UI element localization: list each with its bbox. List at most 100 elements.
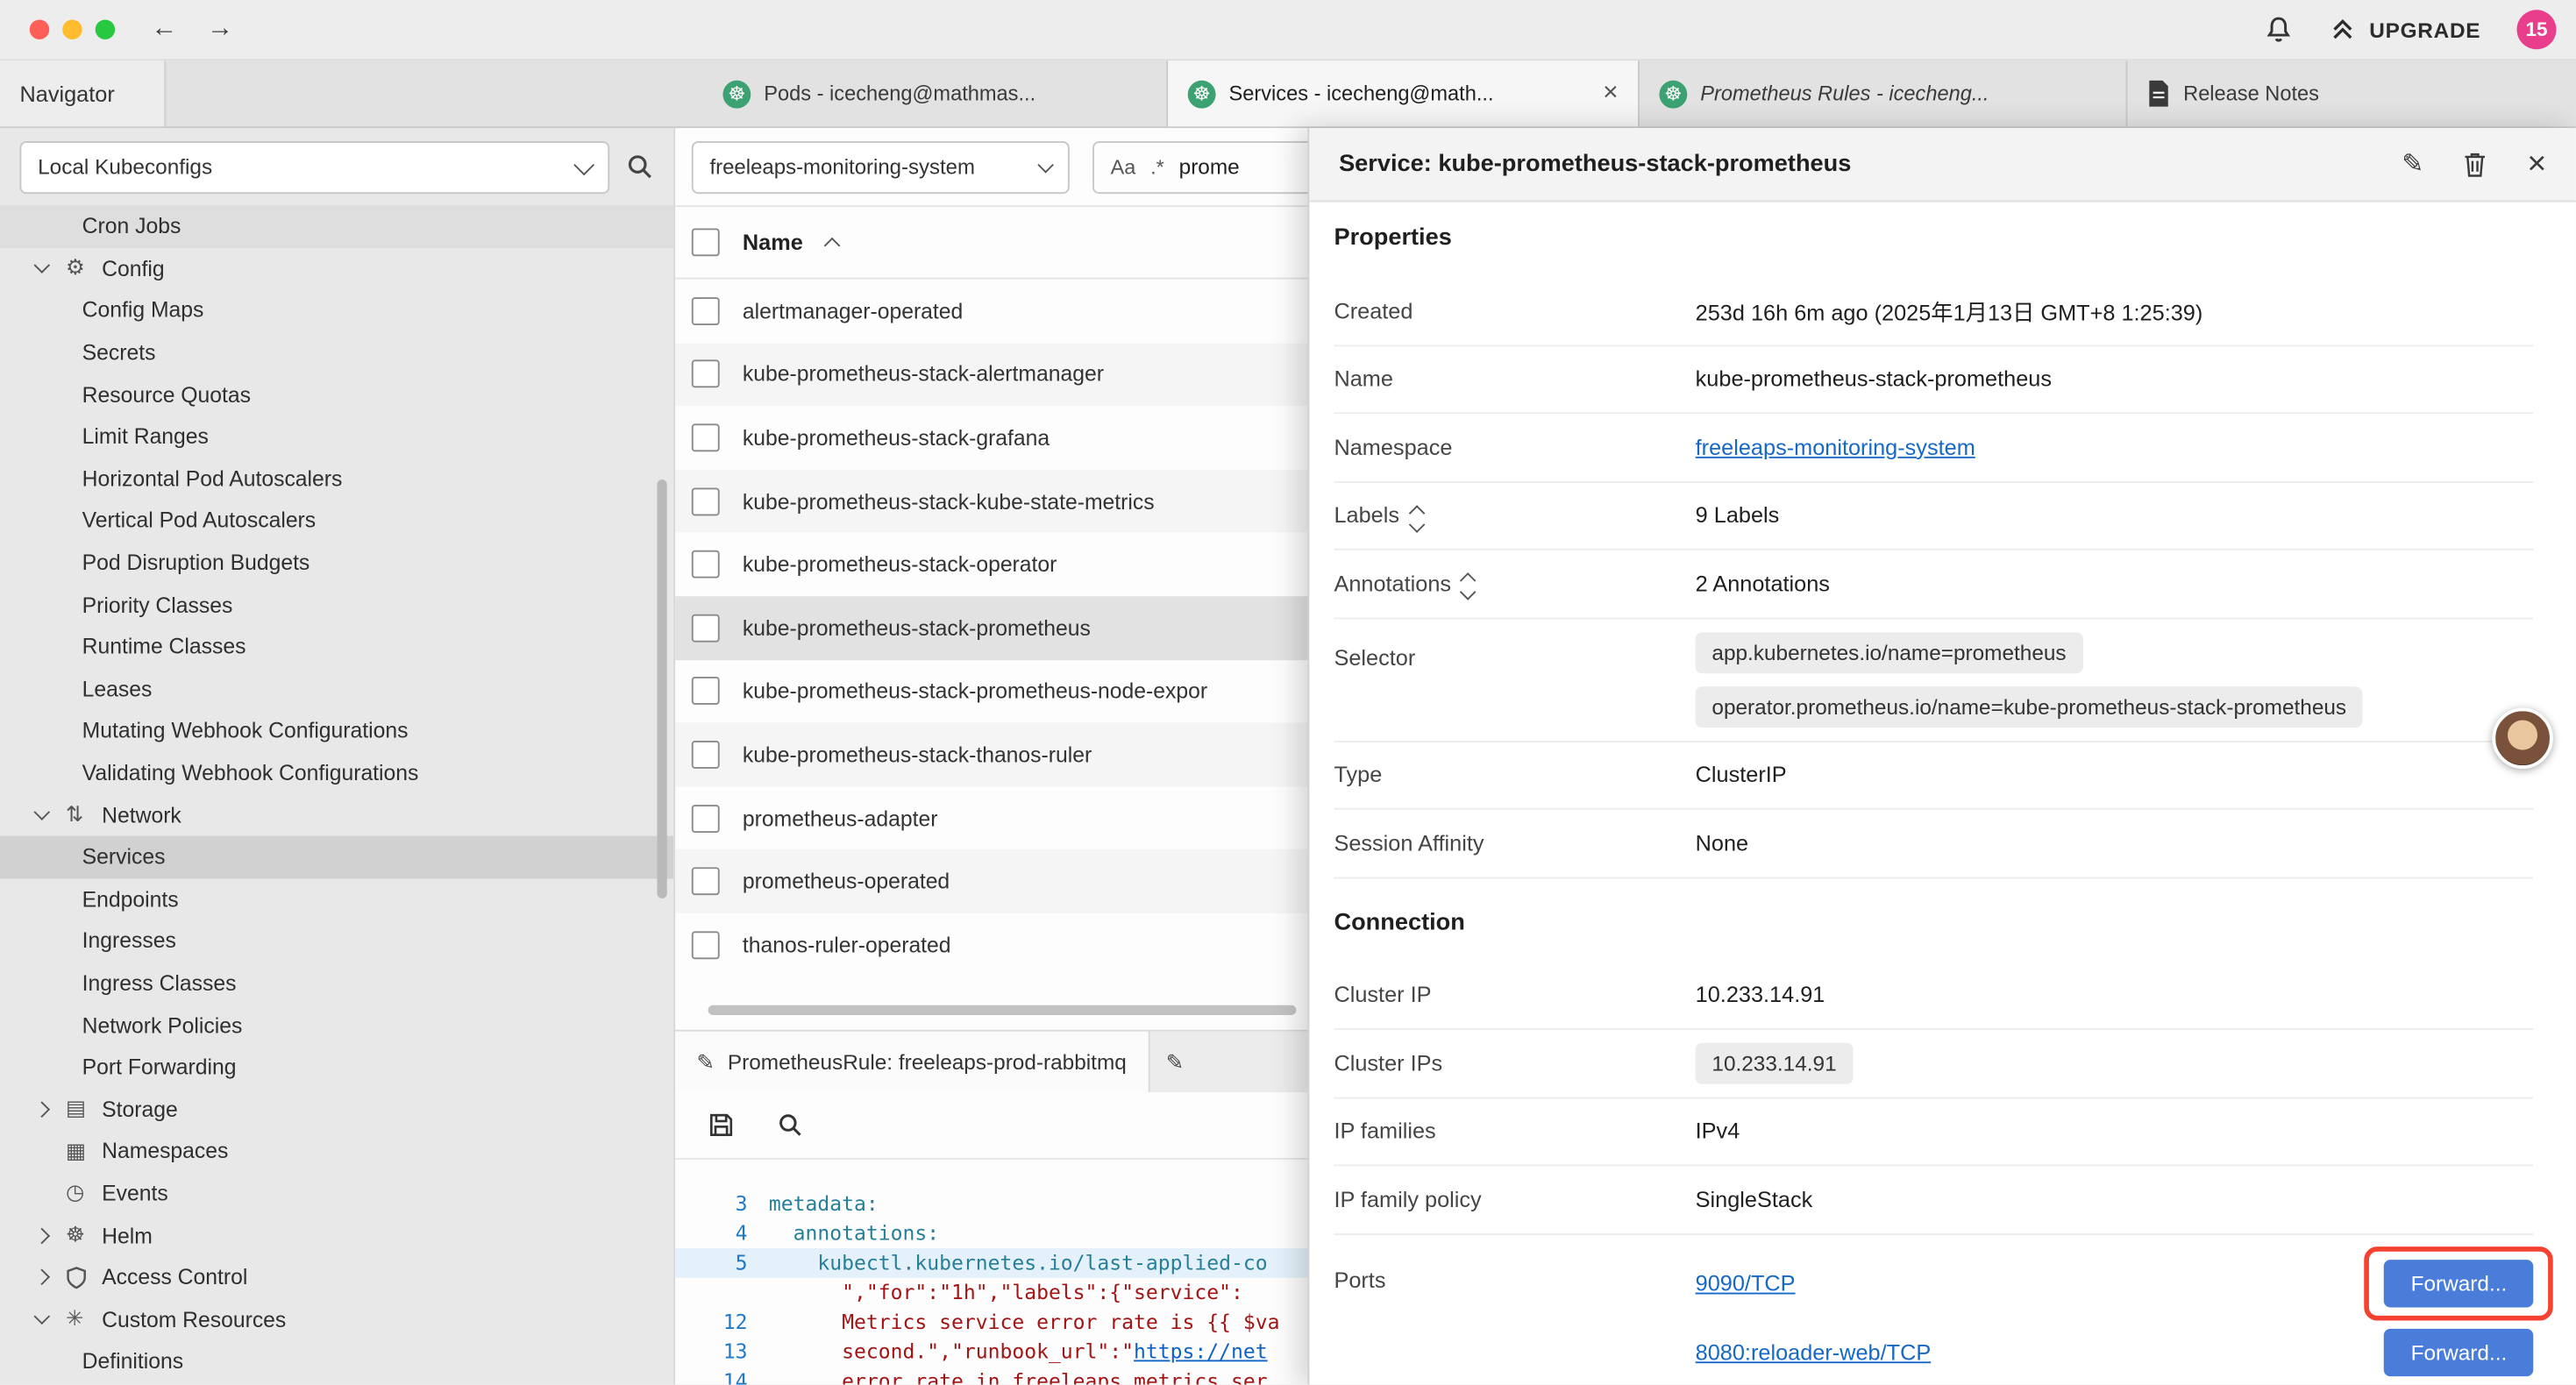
sidebar-item-priority-classes[interactable]: Priority Classes: [0, 584, 673, 626]
table-row[interactable]: prometheus-adapter: [675, 786, 1307, 849]
table-row[interactable]: kube-prometheus-stack-kube-state-metrics: [675, 469, 1307, 532]
sidebar-item-network[interactable]: ⇅Network: [0, 794, 673, 836]
forward-button[interactable]: Forward...: [2385, 1329, 2534, 1376]
row-checkbox[interactable]: [692, 931, 720, 959]
editor-tab-prometheusrule[interactable]: ✎ PrometheusRule: freeleaps-prod-rabbitm…: [675, 1032, 1149, 1092]
bell-icon[interactable]: [2264, 15, 2294, 45]
sidebar-item-helm[interactable]: ☸Helm: [0, 1214, 673, 1256]
table-row-selected[interactable]: kube-prometheus-stack-prometheus: [675, 596, 1307, 659]
close-button[interactable]: ×: [2527, 146, 2546, 183]
table-row[interactable]: kube-prometheus-stack-prometheus-node-ex…: [675, 659, 1307, 722]
editor-tab-next[interactable]: ✎: [1149, 1032, 1200, 1092]
property-value: SingleStack: [1696, 1187, 1813, 1211]
expand-icon[interactable]: [1411, 501, 1422, 530]
namespace-select[interactable]: freeleaps-monitoring-system: [692, 140, 1070, 193]
sidebar-item-config[interactable]: ⚙Config: [0, 247, 673, 289]
row-checkbox[interactable]: [692, 487, 720, 515]
kubernetes-icon: ☸: [1659, 80, 1687, 108]
table-row[interactable]: thanos-ruler-operated: [675, 913, 1307, 977]
horizontal-scrollbar[interactable]: [708, 1005, 1297, 1015]
row-checkbox[interactable]: [692, 423, 720, 451]
sidebar-item-storage[interactable]: ▤Storage: [0, 1088, 673, 1130]
table-row[interactable]: kube-prometheus-stack-operator: [675, 533, 1307, 596]
tab-pods[interactable]: ☸ Pods - icecheng@mathmas...: [703, 60, 1168, 126]
code-line: 3metadata:: [675, 1190, 1307, 1219]
sidebar-item-ingress-classes[interactable]: Ingress Classes: [0, 962, 673, 1004]
close-window-button[interactable]: [30, 19, 49, 39]
forward-button[interactable]: →: [207, 15, 233, 45]
delete-button[interactable]: [2463, 151, 2487, 177]
sidebar-item-config-maps[interactable]: Config Maps: [0, 289, 673, 331]
sidebar-item-secrets[interactable]: Secrets: [0, 331, 673, 373]
table-row[interactable]: kube-prometheus-stack-alertmanager: [675, 343, 1307, 406]
sidebar-item-vertical-pod-autoscalers[interactable]: Vertical Pod Autoscalers: [0, 500, 673, 542]
sidebar-item-ingresses[interactable]: Ingresses: [0, 920, 673, 962]
table-row[interactable]: prometheus-operated: [675, 849, 1307, 913]
save-icon[interactable]: [708, 1112, 735, 1138]
edit-button[interactable]: ✎: [2402, 148, 2423, 181]
sidebar-item-definitions[interactable]: Definitions: [0, 1340, 673, 1382]
property-label: Cluster IPs: [1334, 1051, 1695, 1076]
row-checkbox[interactable]: [692, 678, 720, 706]
service-name: kube-prometheus-stack-operator: [743, 552, 1057, 577]
upgrade-button[interactable]: UPGRADE: [2330, 17, 2480, 43]
regex-toggle[interactable]: .*: [1150, 155, 1164, 178]
sidebar-item-custom-resources[interactable]: ✳Custom Resources: [0, 1298, 673, 1340]
sidebar-item-access-control[interactable]: Access Control: [0, 1256, 673, 1298]
editor-search-icon[interactable]: [777, 1112, 803, 1138]
port-link[interactable]: 9090/TCP: [1696, 1271, 1796, 1296]
sidebar-item-runtime-classes[interactable]: Runtime Classes: [0, 626, 673, 668]
sidebar-item-pod-disruption-budgets[interactable]: Pod Disruption Budgets: [0, 542, 673, 584]
notification-badge[interactable]: 15: [2517, 10, 2557, 49]
sidebar-item-horizontal-pod-autoscalers[interactable]: Horizontal Pod Autoscalers: [0, 458, 673, 500]
table-row[interactable]: kube-prometheus-stack-grafana: [675, 406, 1307, 469]
tab-services[interactable]: ☸ Services - icecheng@math... ×: [1168, 60, 1640, 126]
close-icon[interactable]: ×: [1590, 79, 1618, 109]
select-all-checkbox[interactable]: [692, 228, 720, 256]
sidebar-item-port-forwarding[interactable]: Port Forwarding: [0, 1046, 673, 1088]
expand-icon[interactable]: [1462, 569, 1474, 599]
code-line: ","for":"1h","labels":{"service":: [675, 1278, 1307, 1308]
property-row-namespace: Namespace freeleaps-monitoring-system: [1334, 414, 2533, 482]
sidebar-item-events[interactable]: ◷Events: [0, 1172, 673, 1214]
row-checkbox[interactable]: [692, 297, 720, 325]
name-column-header[interactable]: Name: [743, 230, 803, 254]
row-checkbox[interactable]: [692, 614, 720, 642]
service-name: kube-prometheus-stack-grafana: [743, 425, 1050, 450]
sidebar-item-network-policies[interactable]: Network Policies: [0, 1004, 673, 1046]
back-button[interactable]: ←: [151, 15, 177, 45]
sort-asc-icon[interactable]: [823, 238, 840, 254]
zoom-window-button[interactable]: [96, 19, 115, 39]
minimize-window-button[interactable]: [62, 19, 82, 39]
sidebar-item-mutating-webhook-configurations[interactable]: Mutating Webhook Configurations: [0, 710, 673, 752]
sidebar-item-endpoints[interactable]: Endpoints: [0, 877, 673, 920]
sidebar-item-limit-ranges[interactable]: Limit Ranges: [0, 416, 673, 458]
yaml-editor[interactable]: 3metadata: 4 annotations: 5 kubectl.kube…: [675, 1160, 1307, 1385]
row-checkbox[interactable]: [692, 868, 720, 896]
tab-prometheus-rules[interactable]: ☸ Prometheus Rules - icecheng...: [1640, 60, 2127, 126]
row-checkbox[interactable]: [692, 741, 720, 769]
search-icon[interactable]: [626, 153, 654, 181]
sidebar-scrollbar[interactable]: [657, 479, 666, 898]
match-case-toggle[interactable]: Aa: [1111, 155, 1136, 178]
kubeconfig-select[interactable]: Local Kubeconfigs: [19, 140, 609, 193]
sidebar-item-validating-webhook-configurations[interactable]: Validating Webhook Configurations: [0, 752, 673, 794]
row-checkbox[interactable]: [692, 360, 720, 388]
namespace-link[interactable]: freeleaps-monitoring-system: [1696, 435, 1975, 459]
forward-button[interactable]: Forward...: [2385, 1260, 2534, 1307]
sidebar-item-namespaces[interactable]: ▦Namespaces: [0, 1130, 673, 1172]
table-row[interactable]: kube-prometheus-stack-thanos-ruler: [675, 723, 1307, 786]
sidebar-item-services[interactable]: Services: [0, 836, 673, 878]
sidebar-item-resource-quotas[interactable]: Resource Quotas: [0, 373, 673, 416]
avatar[interactable]: [2492, 708, 2552, 769]
port-link[interactable]: 8080:reloader-web/TCP: [1696, 1340, 1932, 1365]
url-text[interactable]: https://net: [1134, 1337, 1268, 1367]
table-row[interactable]: alertmanager-operated: [675, 280, 1307, 343]
row-checkbox[interactable]: [692, 550, 720, 579]
search-input[interactable]: Aa .* prome: [1092, 140, 1307, 193]
navigator-panel-tab[interactable]: Navigator: [0, 60, 166, 126]
sidebar-item-cron-jobs[interactable]: Cron Jobs: [0, 205, 673, 247]
tab-release-notes[interactable]: Release Notes: [2127, 60, 2576, 126]
sidebar-item-leases[interactable]: Leases: [0, 668, 673, 710]
row-checkbox[interactable]: [692, 804, 720, 832]
